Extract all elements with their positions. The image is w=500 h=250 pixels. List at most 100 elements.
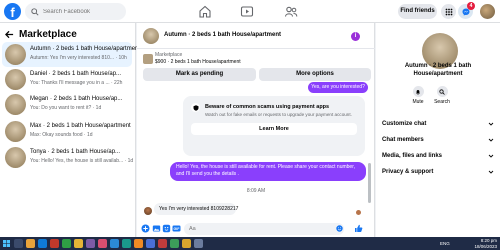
mute-label: Mute bbox=[412, 99, 424, 105]
windows-start-icon[interactable] bbox=[3, 240, 10, 247]
listing-label: Marketplace bbox=[155, 52, 183, 58]
plus-circle-icon[interactable] bbox=[141, 224, 150, 233]
conversation-title: Max · 2 beds 1 bath House/apartment bbox=[30, 123, 131, 129]
top-navigation-bar: f Find friends 4 bbox=[0, 0, 500, 23]
taskbar-app-icon[interactable] bbox=[50, 239, 59, 248]
image-icon[interactable] bbox=[152, 224, 161, 233]
taskbar-search-icon[interactable] bbox=[14, 239, 23, 248]
taskbar-app-icon[interactable] bbox=[98, 239, 107, 248]
conversation-item[interactable]: Daniel · 2 beds 1 bath House/ap... You: … bbox=[2, 67, 132, 92]
listing-thumbnail bbox=[5, 147, 26, 168]
customize-chat-row[interactable]: Customize chat bbox=[379, 117, 497, 131]
learn-more-button[interactable]: Learn More bbox=[191, 123, 357, 135]
listing-thumbnail bbox=[5, 121, 26, 142]
file-explorer-icon[interactable] bbox=[26, 239, 35, 248]
privacy-support-row[interactable]: Privacy & support bbox=[379, 165, 497, 179]
conversation-item[interactable]: Megan · 2 beds 1 bath House/ap... You: D… bbox=[2, 92, 132, 117]
conversation-title: Tonya · 2 beds 1 bath House/ap... bbox=[30, 149, 121, 155]
row-label: Media, files and links bbox=[382, 153, 443, 159]
search-conversation-button[interactable]: Search bbox=[430, 86, 454, 105]
friends-icon[interactable] bbox=[284, 5, 298, 18]
clock-date: 18/06/2023 bbox=[474, 243, 497, 249]
back-arrow-icon[interactable] bbox=[5, 30, 14, 39]
row-label: Customize chat bbox=[382, 121, 427, 127]
mark-as-pending-button[interactable]: Mark as pending bbox=[143, 68, 256, 81]
chat-title[interactable]: Autumn · 2 beds 1 bath House/apartment bbox=[164, 32, 281, 38]
taskbar-app-icon[interactable] bbox=[158, 239, 167, 248]
chevron-down-icon bbox=[488, 170, 494, 174]
taskbar-app-icon[interactable] bbox=[194, 239, 203, 248]
conversation-item[interactable]: Max · 2 beds 1 bath House/apartment Max:… bbox=[2, 119, 132, 144]
mute-button[interactable]: Mute bbox=[406, 86, 430, 105]
listing-thumbnail bbox=[5, 69, 26, 90]
conversation-details-panel: Autumn · 2 beds 1 bath House/apartment M… bbox=[376, 23, 500, 237]
scam-warning-title: Beware of common scams using payment app… bbox=[205, 104, 330, 110]
marketplace-sidebar: Marketplace Autumn · 2 beds 1 bath House… bbox=[0, 23, 140, 237]
conversation-preview: Autumn: Yes I'm very interested 810... ·… bbox=[30, 55, 127, 61]
seen-indicator bbox=[356, 210, 361, 215]
taskbar-app-icon[interactable] bbox=[170, 239, 179, 248]
scam-warning-card: Beware of common scams using payment app… bbox=[183, 96, 365, 156]
taskbar-app-icon[interactable] bbox=[122, 239, 131, 248]
details-title-line-1: Autumn · 2 beds 1 bath bbox=[404, 63, 472, 69]
taskbar-app-icon[interactable] bbox=[146, 239, 155, 248]
message-timestamp: 8:09 AM bbox=[246, 188, 266, 194]
thumbs-up-icon[interactable] bbox=[354, 224, 363, 233]
conversation-title: Daniel · 2 beds 1 bath House/ap... bbox=[30, 71, 122, 77]
taskbar-app-icon[interactable] bbox=[62, 239, 71, 248]
emoji-icon[interactable] bbox=[335, 224, 344, 233]
sender-avatar bbox=[144, 207, 152, 215]
chat-header: Autumn · 2 beds 1 bath House/apartment i bbox=[137, 23, 375, 49]
find-friends-button[interactable]: Find friends bbox=[398, 4, 437, 19]
details-title: Autumn · 2 beds 1 bath House/apartment bbox=[376, 62, 500, 78]
more-options-button[interactable]: More options bbox=[259, 68, 371, 81]
info-icon[interactable]: i bbox=[351, 32, 360, 41]
taskbar-app-icon[interactable] bbox=[110, 239, 119, 248]
shield-icon bbox=[191, 103, 200, 112]
chat-panel: Autumn · 2 beds 1 bath House/apartment i… bbox=[137, 23, 375, 237]
search-icon bbox=[31, 7, 39, 16]
gif-icon[interactable]: GIF bbox=[172, 224, 181, 233]
home-icon[interactable] bbox=[198, 5, 212, 18]
conversation-preview: Max: Okay sounds food · 1d bbox=[30, 132, 93, 138]
conversation-preview: You: Do you want to rent it? · 1d bbox=[30, 105, 102, 111]
conversation-item[interactable]: Autumn · 2 beds 1 bath House/apartment A… bbox=[2, 42, 140, 67]
incoming-message: Yes I'm very interested 8109228217 bbox=[154, 203, 238, 215]
conversation-preview: You: Thanks I'll message you in a ... · … bbox=[30, 80, 123, 86]
listing-thumbnail bbox=[5, 94, 26, 115]
sticker-icon[interactable] bbox=[162, 224, 171, 233]
listing-thumbnail bbox=[143, 54, 153, 64]
taskbar-app-icon[interactable] bbox=[134, 239, 143, 248]
message-composer: GIF bbox=[137, 221, 375, 237]
taskbar-app-icon[interactable] bbox=[182, 239, 191, 248]
sidebar-header: Marketplace bbox=[5, 29, 77, 40]
row-label: Chat members bbox=[382, 137, 424, 143]
search-box[interactable] bbox=[25, 3, 126, 20]
listing-price: $900 · 2 beds 1 bath House/apartment bbox=[155, 59, 241, 65]
chat-scrollbar[interactable] bbox=[368, 163, 371, 203]
search-icon bbox=[436, 86, 448, 97]
conversation-title: Megan · 2 beds 1 bath House/ap... bbox=[30, 96, 123, 102]
profile-avatar[interactable] bbox=[480, 4, 495, 19]
media-files-links-row[interactable]: Media, files and links bbox=[379, 149, 497, 163]
taskbar-app-icon[interactable] bbox=[86, 239, 95, 248]
conversation-preview: You: Hello! Yes, the house is still avai… bbox=[30, 158, 134, 164]
row-label: Privacy & support bbox=[382, 169, 434, 175]
conversation-item[interactable]: Tonya · 2 beds 1 bath House/ap... You: H… bbox=[2, 145, 134, 170]
search-input[interactable] bbox=[43, 8, 123, 15]
chat-members-row[interactable]: Chat members bbox=[379, 133, 497, 147]
chevron-down-icon bbox=[488, 138, 494, 142]
system-clock[interactable]: 8:20 pm 18/06/2023 bbox=[471, 238, 497, 249]
facebook-logo[interactable]: f bbox=[4, 3, 21, 20]
windows-taskbar: ENG 8:20 pm 18/06/2023 bbox=[0, 237, 500, 250]
chrome-icon[interactable] bbox=[74, 239, 83, 248]
scam-warning-description: Watch out for fake emails or requests to… bbox=[205, 112, 352, 117]
video-icon[interactable] bbox=[240, 5, 254, 18]
chat-avatar[interactable] bbox=[143, 28, 159, 44]
menu-grid-icon[interactable] bbox=[441, 4, 456, 19]
edge-icon[interactable] bbox=[38, 239, 47, 248]
chevron-down-icon bbox=[488, 154, 494, 158]
message-input[interactable] bbox=[184, 223, 344, 235]
outgoing-message: Hello! Yes, the house is still available… bbox=[170, 162, 366, 181]
language-indicator[interactable]: ENG bbox=[440, 241, 450, 246]
